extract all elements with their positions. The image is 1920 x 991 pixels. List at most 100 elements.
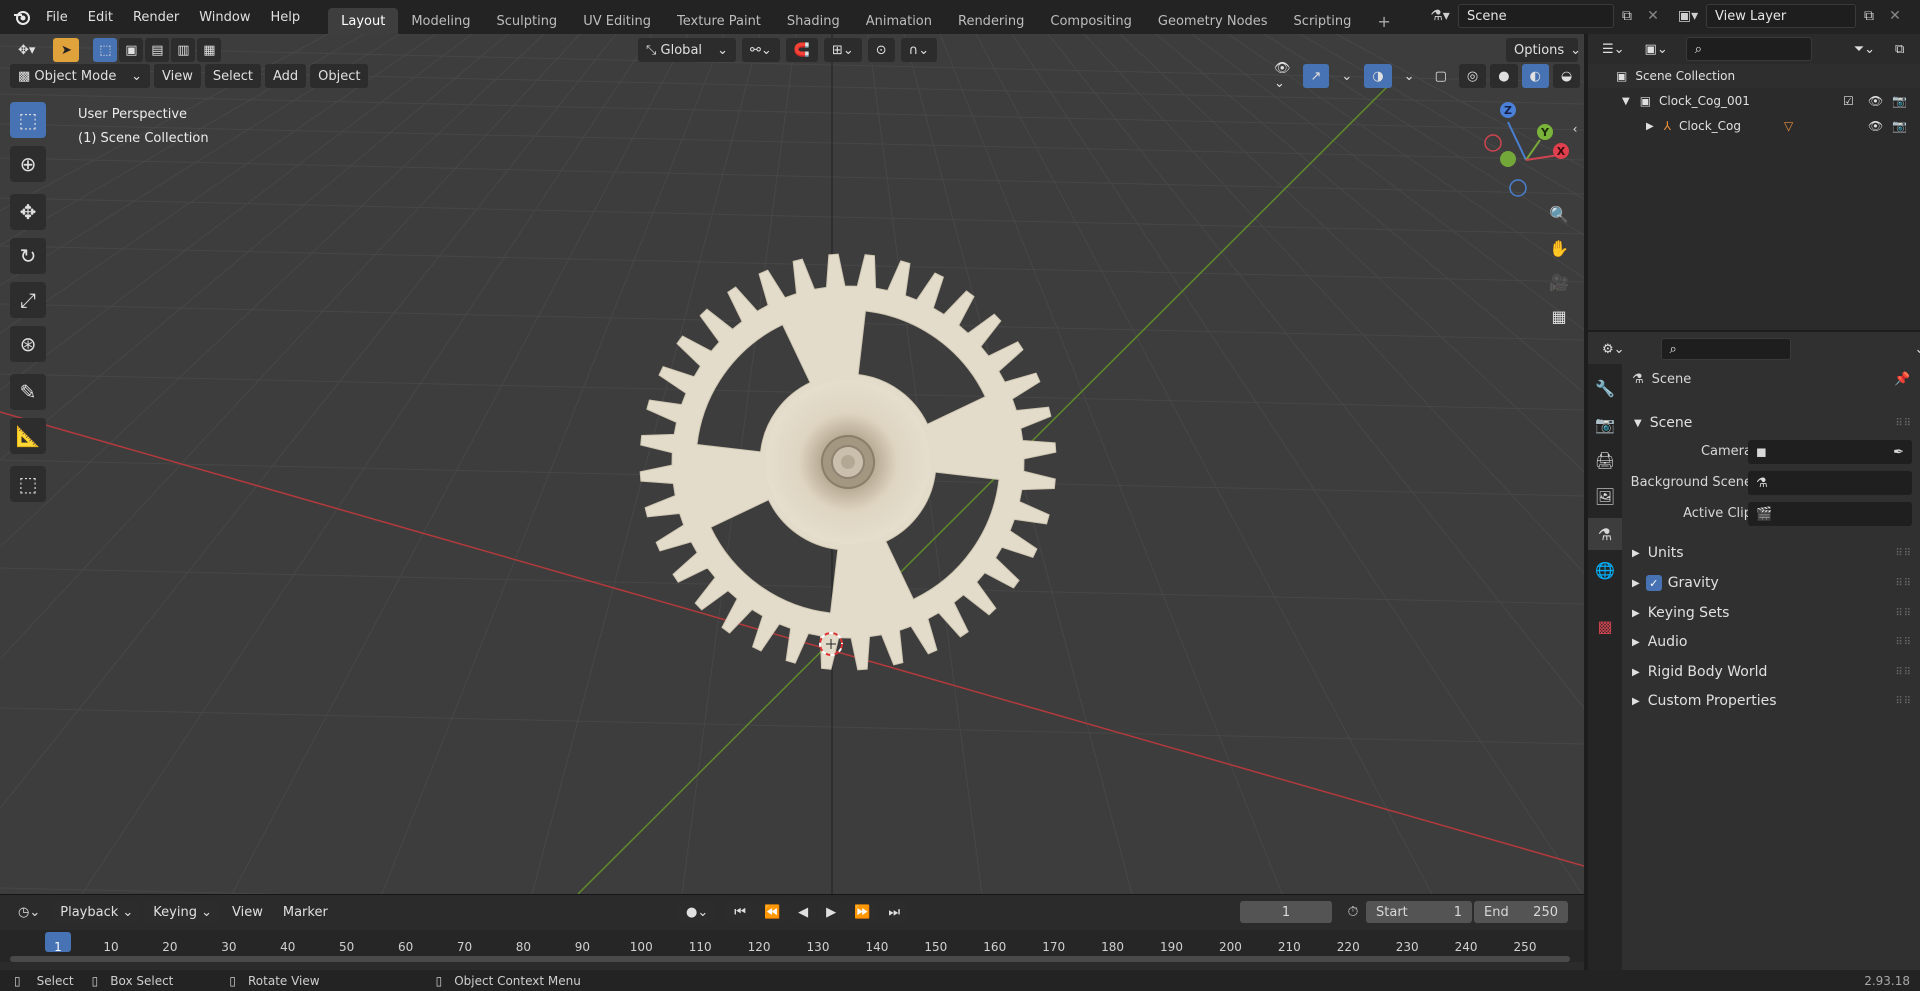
close-icon[interactable]: ✕: [1640, 4, 1666, 28]
world-icon[interactable]: 🌐: [1588, 554, 1622, 586]
annotate-icon[interactable]: ✎: [10, 374, 46, 410]
play-reverse-icon[interactable]: ◀: [790, 900, 817, 924]
mode-subtract-icon[interactable]: ▤: [145, 38, 170, 62]
transform-icon[interactable]: ⊛: [10, 326, 46, 362]
view-layer-icon[interactable]: 🖼: [1588, 480, 1622, 512]
panel-keying-sets[interactable]: ▶ Keying Sets ⠿⠿: [1624, 600, 1920, 626]
chevron-down-icon[interactable]: ⌄: [1333, 64, 1360, 88]
play-icon[interactable]: ▶: [818, 900, 845, 924]
outliner-row-scene-collection[interactable]: ▣ Scene Collection: [1588, 64, 1920, 88]
3d-viewport[interactable]: Z Y X ✥▾ ➤ ⬚ ▣ ▤ ▥ ▦ ⤡ Global ⌄ ⚯⌄ 🧲 ⊞⌄ ⊙…: [0, 34, 1584, 894]
menu-select[interactable]: Select: [204, 64, 261, 88]
menu-help[interactable]: Help: [261, 0, 311, 34]
falloff-icon[interactable]: ∩⌄: [900, 38, 938, 62]
menu-add[interactable]: Add: [264, 64, 307, 88]
snap-icon[interactable]: 🧲: [785, 38, 818, 62]
panel-units[interactable]: ▶ Units ⠿⠿: [1624, 540, 1920, 566]
tab-texture-paint[interactable]: Texture Paint: [664, 8, 774, 34]
panel-custom-properties[interactable]: ▶ Custom Properties ⠿⠿: [1624, 688, 1920, 714]
scene-icon[interactable]: ⚗: [1588, 518, 1622, 550]
blender-logo-icon[interactable]: [8, 5, 36, 29]
overlay-toggle-icon[interactable]: ◑: [1364, 64, 1392, 88]
drag-grip-icon[interactable]: ⠿⠿: [1895, 608, 1912, 619]
measure-icon[interactable]: 📐: [10, 418, 46, 454]
pivot-icon[interactable]: ⚯⌄: [742, 38, 780, 62]
visibility-icon[interactable]: 👁⌄: [1266, 61, 1299, 91]
menu-window[interactable]: Window: [189, 0, 260, 34]
proportional-edit-icon[interactable]: ⊙: [867, 38, 895, 62]
camera-field[interactable]: ◼ ✒: [1748, 440, 1912, 464]
drag-grip-icon[interactable]: ⠿⠿: [1895, 548, 1912, 559]
select-box-icon[interactable]: ⬚: [10, 102, 46, 138]
gravity-checkbox[interactable]: ✓: [1645, 575, 1662, 591]
shading-material-icon[interactable]: ◐: [1521, 64, 1549, 88]
tab-compositing[interactable]: Compositing: [1037, 8, 1145, 34]
menu-object[interactable]: Object: [310, 64, 369, 88]
drag-grip-icon[interactable]: ⠿⠿: [1895, 578, 1912, 589]
mode-set-icon[interactable]: ⬚: [93, 38, 118, 62]
options-dropdown[interactable]: Options ⌄: [1506, 38, 1581, 62]
menu-view[interactable]: View: [154, 64, 201, 88]
eye-icon[interactable]: 👁: [1868, 94, 1883, 108]
timeline-scrollbar[interactable]: [10, 956, 1570, 962]
copy-icon[interactable]: ⧉: [1614, 4, 1640, 28]
jump-end-icon[interactable]: ⏭: [880, 900, 909, 924]
menu-marker[interactable]: Marker: [275, 900, 336, 924]
close-icon[interactable]: ✕: [1882, 4, 1908, 28]
tab-shading[interactable]: Shading: [774, 8, 853, 34]
record-icon[interactable]: ●⌄: [678, 900, 717, 924]
chevron-left-icon[interactable]: ‹: [1568, 114, 1582, 144]
camera-icon[interactable]: 📷: [1892, 94, 1907, 108]
outliner-row-collection[interactable]: ▼ ▣ Clock_Cog_001 ☑ 👁 📷: [1588, 89, 1920, 113]
stopwatch-icon[interactable]: ⏱: [1340, 901, 1366, 923]
zoom-icon[interactable]: 🔍: [1544, 199, 1574, 229]
outliner-editor-icon[interactable]: ☰⌄: [1594, 37, 1633, 61]
pin-icon[interactable]: 📌: [1894, 372, 1910, 387]
tab-sculpting[interactable]: Sculpting: [483, 8, 570, 34]
xray-icon[interactable]: ▢: [1427, 64, 1455, 88]
scale-icon[interactable]: ⤢: [10, 282, 46, 318]
menu-render[interactable]: Render: [123, 0, 189, 34]
cursor-icon[interactable]: ⊕: [10, 146, 46, 182]
view-layer-icon[interactable]: ▣▾: [1670, 4, 1706, 28]
disclosure-triangle-icon[interactable]: ▼: [1622, 96, 1630, 107]
tab-modeling[interactable]: Modeling: [398, 8, 483, 34]
tab-rendering[interactable]: Rendering: [945, 8, 1037, 34]
panel-audio[interactable]: ▶ Audio ⠿⠿: [1624, 629, 1920, 655]
tab-layout[interactable]: Layout: [328, 8, 399, 34]
gizmo-toggle-icon[interactable]: ↗: [1302, 64, 1330, 88]
menu-timeline-view[interactable]: View: [224, 900, 271, 924]
tab-uv-editing[interactable]: UV Editing: [570, 8, 664, 34]
drag-grip-icon[interactable]: ⠿⠿: [1895, 667, 1912, 678]
start-frame-field[interactable]: Start 1: [1366, 901, 1472, 923]
menu-playback[interactable]: Playback ⌄: [52, 900, 142, 924]
current-frame-field[interactable]: 1: [1240, 901, 1332, 923]
end-frame-field[interactable]: End 250: [1474, 901, 1568, 923]
output-icon[interactable]: 🖨: [1588, 444, 1622, 476]
object-mode-dropdown[interactable]: ▩ Object Mode ⌄: [10, 64, 150, 88]
editor-type-icon[interactable]: ✥▾: [10, 38, 43, 62]
snap-target-icon[interactable]: ⊞⌄: [823, 38, 862, 62]
jump-start-icon[interactable]: ⏮: [726, 900, 754, 924]
render-icon[interactable]: 📷: [1588, 408, 1622, 440]
rotate-icon[interactable]: ↻: [10, 238, 46, 274]
active-clip-field[interactable]: 🎬: [1748, 502, 1912, 526]
menu-keying[interactable]: Keying ⌄: [145, 900, 220, 924]
properties-editor-icon[interactable]: ⚙⌄: [1594, 337, 1633, 361]
scene-icon[interactable]: ⚗▾: [1422, 4, 1458, 28]
mode-invert-icon[interactable]: ▥: [171, 38, 196, 62]
shading-wireframe-icon[interactable]: ◎: [1458, 64, 1487, 88]
tab-animation[interactable]: Animation: [853, 8, 945, 34]
tab-scripting[interactable]: Scripting: [1281, 8, 1365, 34]
pan-hand-icon[interactable]: ✋: [1544, 233, 1574, 263]
orientation-dropdown[interactable]: ⤡ Global ⌄: [638, 38, 736, 62]
background-scene-field[interactable]: ⚗: [1748, 471, 1912, 495]
new-collection-icon[interactable]: ⧉: [1887, 37, 1912, 61]
move-icon[interactable]: ✥: [10, 194, 46, 230]
filter-icon[interactable]: ⏷⌄: [1846, 37, 1883, 61]
drag-grip-icon[interactable]: ⠿⠿: [1895, 637, 1912, 648]
menu-edit[interactable]: Edit: [78, 0, 123, 34]
shading-rendered-icon[interactable]: ◒: [1552, 64, 1581, 88]
drag-grip-icon[interactable]: ⠿⠿: [1895, 696, 1912, 707]
display-mode-icon[interactable]: ▣⌄: [1637, 37, 1676, 61]
